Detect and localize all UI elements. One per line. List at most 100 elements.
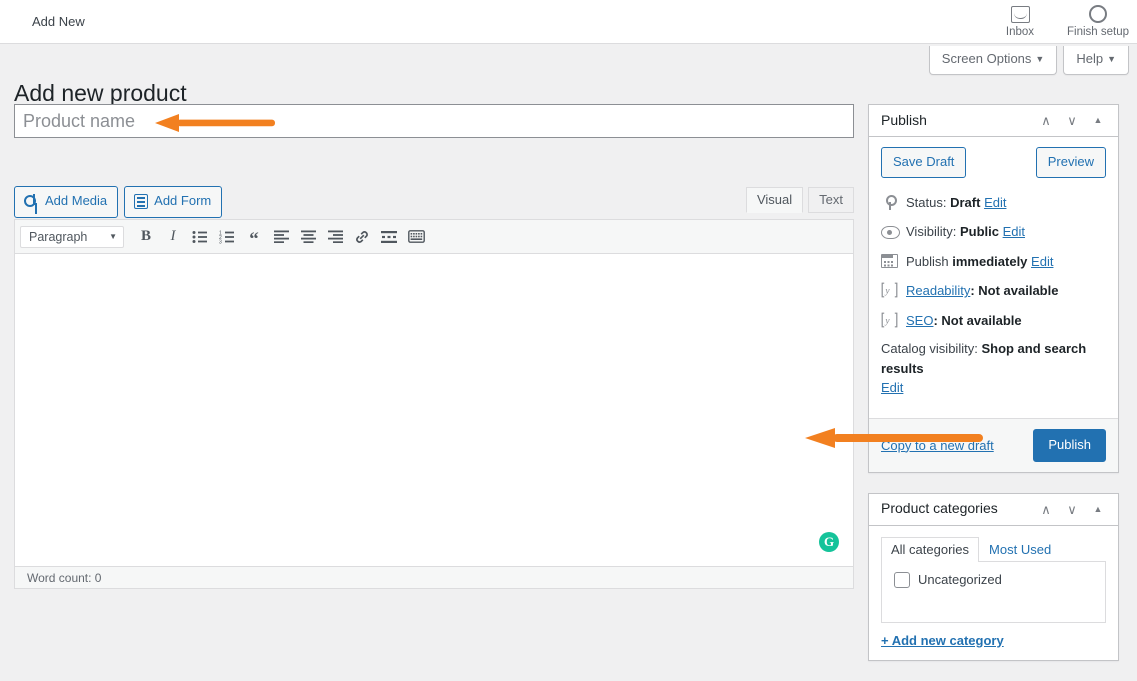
post-visibility-text: Visibility: Public Edit: [906, 222, 1025, 242]
numbered-list-icon[interactable]: 1 2 3: [214, 225, 240, 249]
move-up-icon[interactable]: ∧: [1034, 497, 1058, 521]
misc-publishing-actions: Status: Draft Edit Visibility: Public Ed…: [881, 188, 1106, 416]
add-form-button[interactable]: Add Form: [124, 186, 223, 218]
publish-schedule-label: Publish: [906, 253, 949, 269]
product-categories-postbox: Product categories ∧ ∨ ▲ All categories …: [868, 492, 1119, 661]
screen-options-button[interactable]: Screen Options ▼: [928, 46, 1058, 75]
publish-schedule-value: immediately: [952, 253, 1028, 269]
category-checklist[interactable]: Uncategorized: [881, 560, 1106, 623]
tab-visual-editor[interactable]: Visual: [745, 187, 804, 213]
edit-catalog-visibility-link[interactable]: Edit: [881, 380, 903, 395]
move-up-icon[interactable]: ∧: [1034, 109, 1058, 133]
product-categories-title: Product categories: [881, 500, 998, 517]
add-new-category-link[interactable]: + Add new category: [881, 633, 1004, 648]
inbox-label: Inbox: [1005, 26, 1035, 38]
category-checkbox[interactable]: [894, 571, 910, 588]
product-name-field-wrap[interactable]: [14, 104, 854, 138]
yoast-seo-text: SEO: Not available: [906, 311, 1022, 331]
post-status-label: Status:: [906, 194, 947, 210]
bold-icon[interactable]: B: [133, 225, 159, 249]
save-draft-button[interactable]: Save Draft: [881, 147, 967, 178]
category-tabs: All categories Most Used: [881, 536, 1106, 562]
chevron-down-icon: ▼: [1107, 54, 1116, 64]
product-categories-header: Product categories ∧ ∨ ▲: [869, 494, 1118, 526]
post-body-content: Add Media Add Form Visual Text Paragraph…: [14, 104, 854, 589]
publish-postbox-body: Save Draft Preview Status: Draft Edit Vi…: [869, 137, 1118, 472]
publish-schedule-text: Publish immediately Edit: [906, 252, 1053, 272]
post-status-text: Status: Draft Edit: [906, 193, 1006, 213]
paragraph-format-value: Paragraph: [29, 229, 88, 244]
read-more-icon[interactable]: [376, 225, 402, 249]
product-categories-body: All categories Most Used Uncategorized +…: [869, 526, 1118, 660]
readability-link[interactable]: Readability: [906, 283, 970, 298]
toggle-panel-icon[interactable]: ▲: [1086, 109, 1110, 133]
bulleted-list-icon[interactable]: [187, 225, 213, 249]
chevron-down-icon: ▼: [109, 232, 117, 241]
align-center-icon[interactable]: [295, 225, 321, 249]
editor-mode-tabs: Visual Text: [741, 186, 854, 213]
align-right-icon[interactable]: [322, 225, 348, 249]
screen-options-label: Screen Options: [941, 51, 1032, 66]
post-visibility-label: Visibility:: [906, 224, 957, 239]
insert-link-icon[interactable]: [349, 225, 375, 249]
category-list-item[interactable]: Uncategorized: [894, 571, 1093, 588]
inbox-tray-icon: [1010, 2, 1030, 26]
help-label: Help: [1076, 51, 1104, 66]
admin-bar-right-group: Inbox Finish setup: [981, 0, 1137, 44]
publish-postbox: Publish ∧ ∨ ▲ Save Draft Preview Status:: [868, 104, 1119, 473]
add-media-label: Add Media: [45, 193, 108, 208]
yoast-icon: y: [881, 282, 898, 299]
progress-circle-icon: [1089, 2, 1107, 26]
editor-toolbar: Paragraph ▼ B I 1 2 3 “: [15, 220, 853, 254]
seo-value: : Not available: [933, 312, 1022, 328]
readability-value: : Not available: [970, 283, 1059, 298]
publish-handle-actions: ∧ ∨ ▲: [1034, 109, 1110, 133]
seo-link[interactable]: SEO: [906, 313, 933, 328]
preview-button[interactable]: Preview: [1035, 147, 1106, 178]
publish-postbox-header: Publish ∧ ∨ ▲: [869, 105, 1118, 137]
edit-visibility-link[interactable]: Edit: [1003, 224, 1025, 239]
publish-schedule-row: Publish immediately Edit: [881, 247, 1106, 277]
add-form-icon: [134, 193, 149, 209]
yoast-readability-text: Readability: Not available: [906, 281, 1058, 301]
paragraph-format-select[interactable]: Paragraph ▼: [20, 225, 124, 248]
pin-icon: [881, 194, 898, 211]
content-textarea[interactable]: [15, 254, 853, 566]
category-label: Uncategorized: [918, 572, 1002, 588]
admin-bar-add-new[interactable]: Add New: [32, 14, 85, 29]
move-down-icon[interactable]: ∨: [1060, 109, 1084, 133]
finish-setup-button[interactable]: Finish setup: [1059, 0, 1137, 44]
calendar-icon: [881, 253, 898, 268]
toggle-panel-icon[interactable]: ▲: [1086, 497, 1110, 521]
edit-schedule-link[interactable]: Edit: [1031, 254, 1053, 269]
align-left-icon[interactable]: [268, 225, 294, 249]
yoast-icon: y: [881, 312, 898, 329]
content-editor: Paragraph ▼ B I 1 2 3 “ G Word count: 0: [14, 219, 854, 589]
grammarly-badge-icon[interactable]: G: [819, 532, 839, 552]
move-down-icon[interactable]: ∨: [1060, 497, 1084, 521]
blockquote-icon[interactable]: “: [241, 225, 267, 249]
add-media-icon: [24, 193, 39, 209]
finish-setup-label: Finish setup: [1066, 26, 1129, 38]
publish-button[interactable]: Publish: [1033, 428, 1106, 462]
inbox-button[interactable]: Inbox: [981, 0, 1059, 44]
tab-all-categories[interactable]: All categories: [881, 536, 980, 562]
chevron-down-icon: ▼: [1035, 54, 1045, 64]
post-status-row: Status: Draft Edit: [881, 188, 1106, 218]
product-name-input[interactable]: [15, 105, 853, 137]
post-visibility-row: Visibility: Public Edit: [881, 217, 1106, 247]
edit-status-link[interactable]: Edit: [984, 195, 1006, 210]
post-status-value: Draft: [950, 194, 981, 210]
minor-publishing-section: Save Draft Preview Status: Draft Edit Vi…: [869, 137, 1118, 419]
sidebar-postbox-container: Publish ∧ ∨ ▲ Save Draft Preview Status:: [868, 104, 1119, 681]
catalog-visibility-label: Catalog visibility:: [881, 341, 978, 356]
add-media-button[interactable]: Add Media: [14, 186, 119, 218]
italic-icon[interactable]: I: [160, 225, 186, 249]
toolbar-toggle-icon[interactable]: [403, 225, 429, 249]
svg-text:3: 3: [219, 239, 222, 244]
tab-text-editor[interactable]: Text: [808, 187, 854, 213]
copy-to-new-draft-link[interactable]: Copy to a new draft: [881, 438, 994, 453]
tab-most-used[interactable]: Most Used: [979, 537, 1061, 562]
help-button[interactable]: Help ▼: [1063, 46, 1129, 75]
post-visibility-value: Public: [959, 224, 999, 239]
